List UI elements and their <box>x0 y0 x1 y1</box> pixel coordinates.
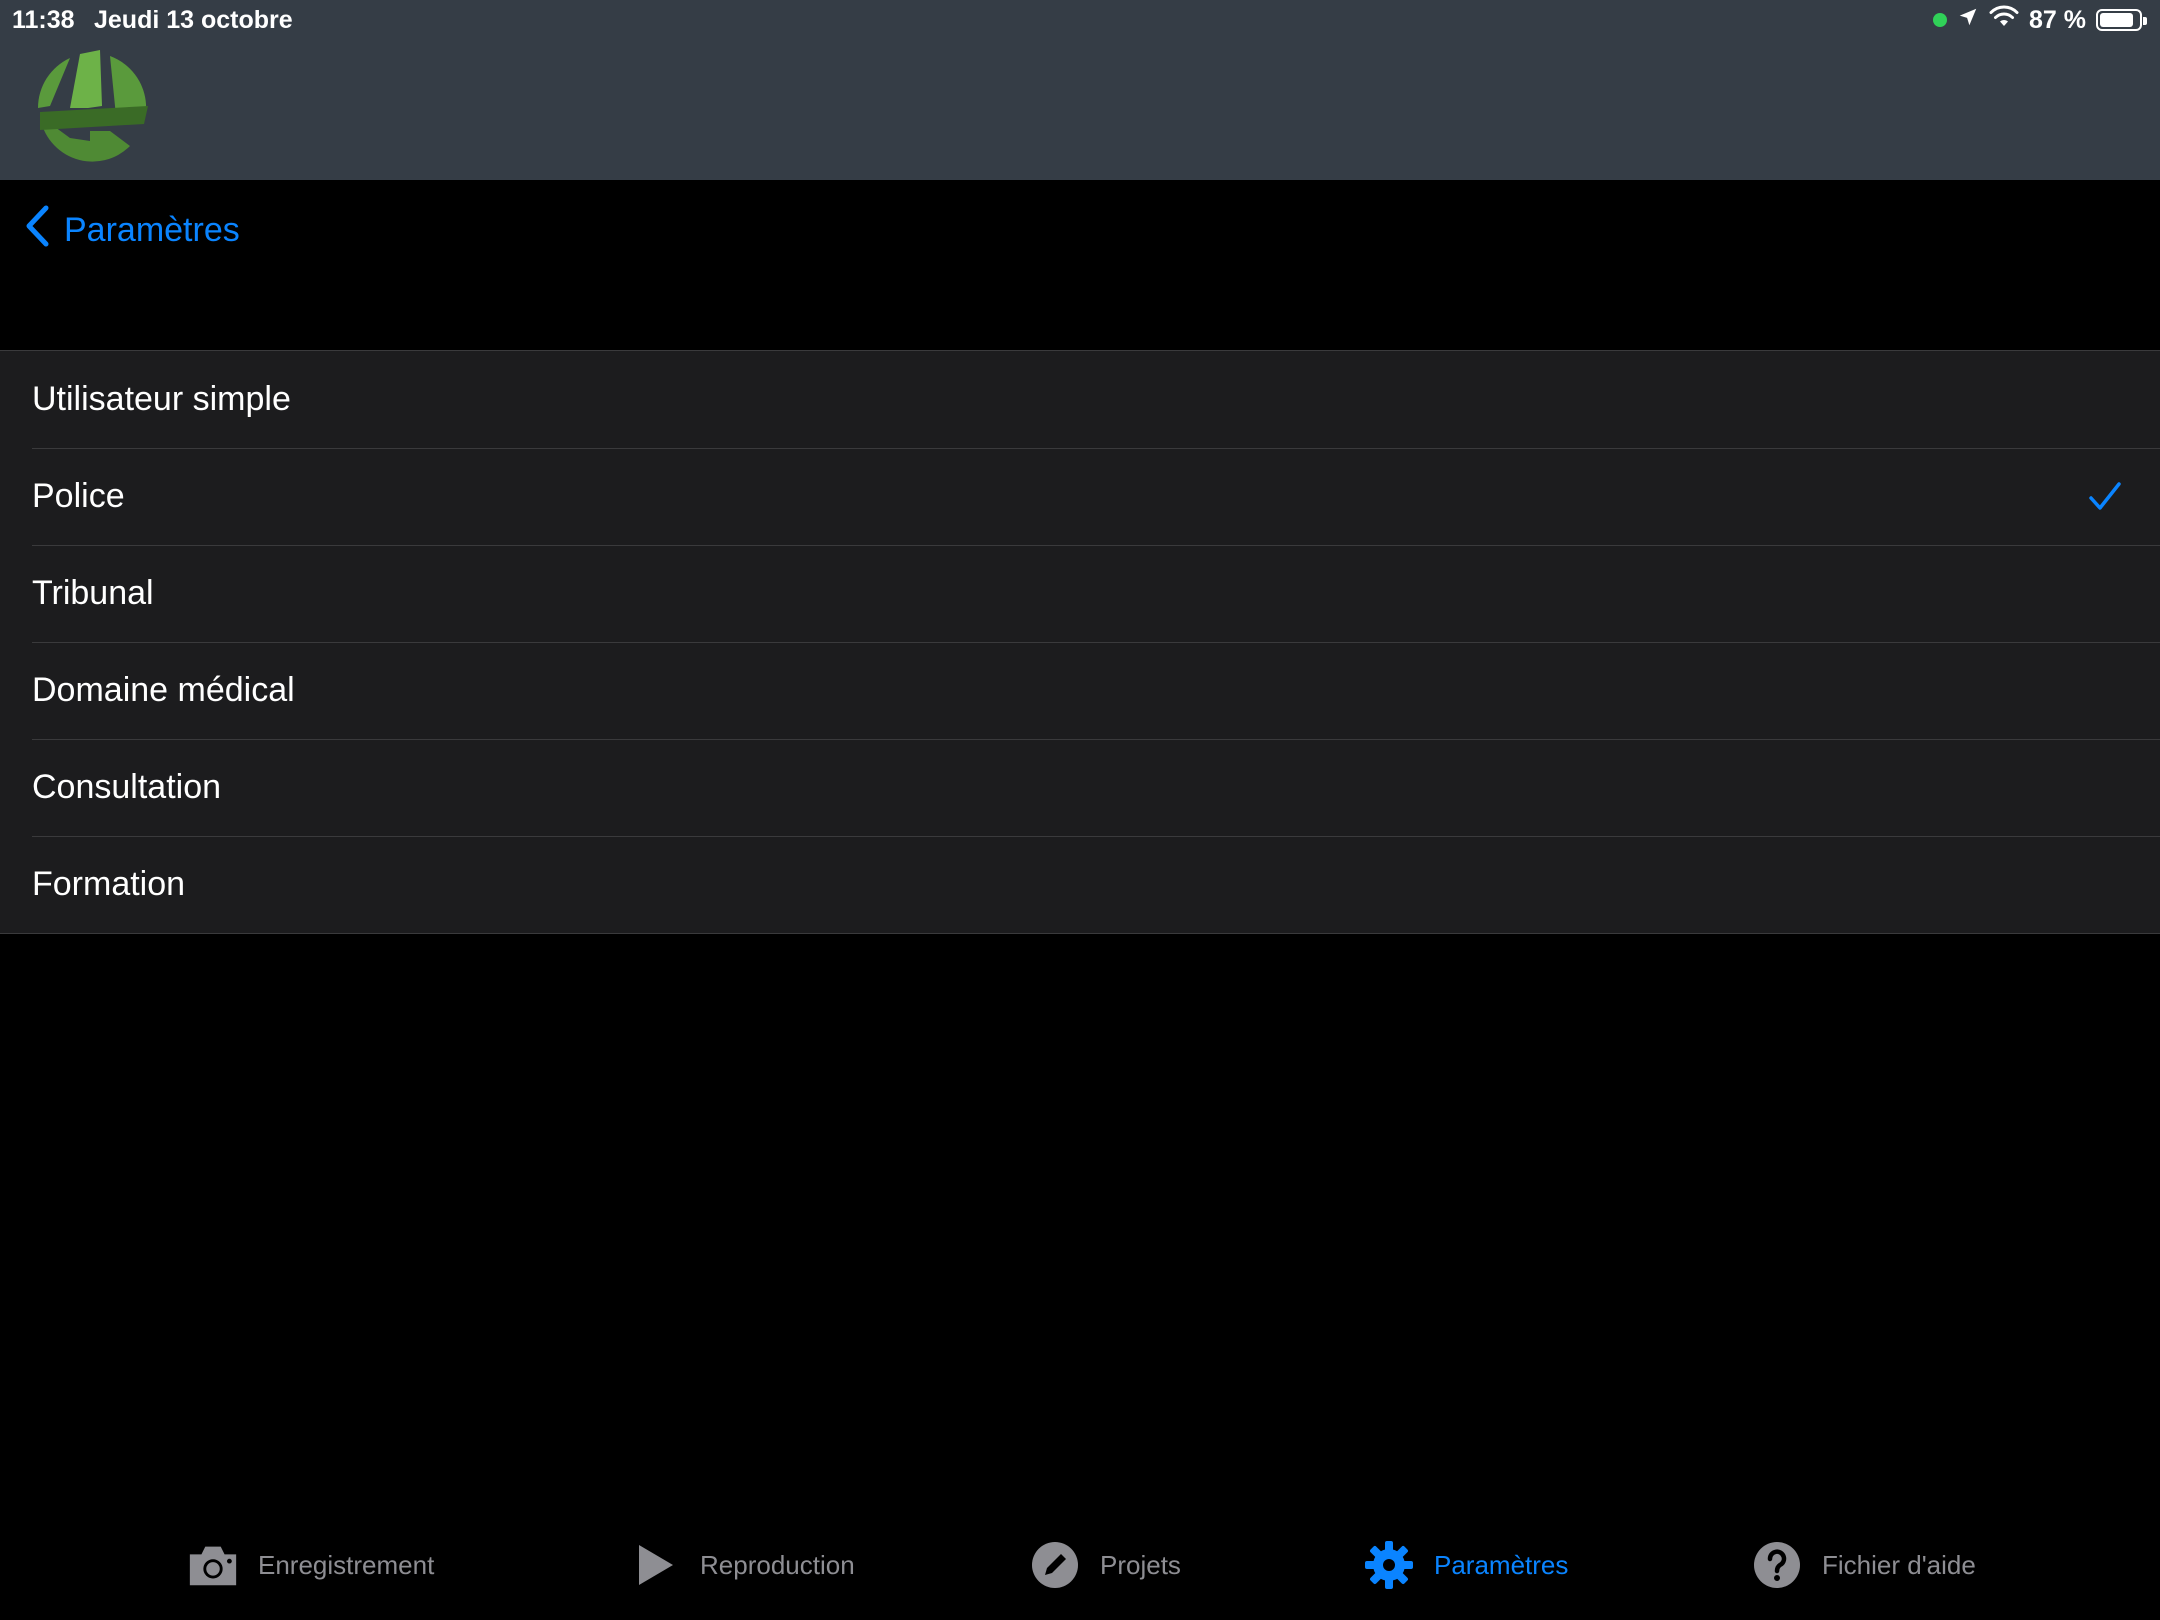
battery-percentage: 87 % <box>2029 5 2086 34</box>
back-button[interactable]: Paramètres <box>24 200 240 260</box>
back-button-label: Paramètres <box>64 210 240 249</box>
checkmark-icon <box>2088 480 2122 514</box>
camera-in-use-indicator <box>1933 13 1948 27</box>
pencil-icon <box>1028 1538 1082 1592</box>
battery-tip <box>2143 17 2147 25</box>
tab-label: Fichier d'aide <box>1822 1549 1976 1580</box>
status-date: Jeudi 13 octobre <box>94 6 293 34</box>
list-item-label: Police <box>32 477 125 515</box>
chevron-left-icon <box>24 205 50 256</box>
list-item-consultation[interactable]: Consultation <box>0 739 2160 836</box>
list-item-utilisateur-simple[interactable]: Utilisateur simple <box>0 351 2160 448</box>
battery-fill <box>2100 13 2134 27</box>
list-item-tribunal[interactable]: Tribunal <box>0 545 2160 642</box>
user-type-list: Utilisateur simple Police Tribunal Domai… <box>0 350 2160 934</box>
tab-label: Reproduction <box>700 1549 855 1580</box>
list-item-domaine-medical[interactable]: Domaine médical <box>0 642 2160 739</box>
tab-parametres[interactable]: Paramètres <box>1362 1510 1568 1620</box>
tab-bar: Enregistrement Reproduction Projets Para… <box>0 1510 2160 1620</box>
status-time: 11:38 <box>12 6 75 34</box>
gear-icon <box>1362 1538 1416 1592</box>
app-screen: 11:38 Jeudi 13 octobre 87 % Paramètres U… <box>0 0 2160 1620</box>
play-icon <box>628 1538 682 1592</box>
tab-fichier-daide[interactable]: Fichier d'aide <box>1750 1510 1976 1620</box>
camera-icon <box>186 1538 240 1592</box>
tab-label: Enregistrement <box>258 1549 435 1580</box>
tab-label: Projets <box>1100 1549 1181 1580</box>
question-icon <box>1750 1538 1804 1592</box>
tab-label: Paramètres <box>1434 1549 1569 1580</box>
wifi-icon <box>1989 5 2019 36</box>
tab-reproduction[interactable]: Reproduction <box>628 1510 855 1620</box>
status-bar: 11:38 Jeudi 13 octobre 87 % <box>0 0 2160 40</box>
list-item-label: Utilisateur simple <box>32 380 291 418</box>
battery-icon <box>2096 9 2147 31</box>
list-item-label: Tribunal <box>32 574 154 612</box>
tab-enregistrement[interactable]: Enregistrement <box>186 1510 434 1620</box>
list-item-label: Domaine médical <box>32 671 295 709</box>
location-icon <box>1957 6 1979 35</box>
list-item-label: Consultation <box>32 768 222 806</box>
header-bar: 11:38 Jeudi 13 octobre 87 % <box>0 0 2160 180</box>
list-item-label: Formation <box>32 865 186 903</box>
status-indicators: 87 % <box>1933 4 2148 36</box>
list-item-police[interactable]: Police <box>0 448 2160 545</box>
tab-projets[interactable]: Projets <box>1028 1510 1181 1620</box>
list-item-formation[interactable]: Formation <box>0 836 2160 933</box>
app-logo-icon <box>30 46 156 172</box>
